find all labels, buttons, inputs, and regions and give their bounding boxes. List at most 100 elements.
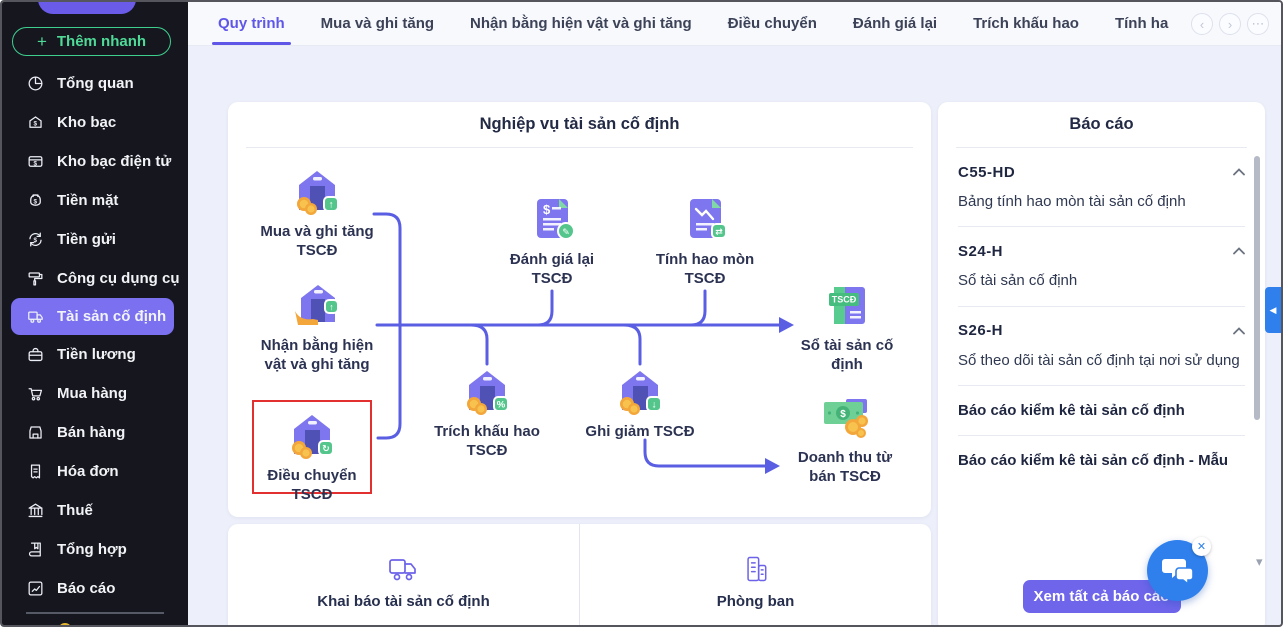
sidebar-item-thue[interactable]: Thuế xyxy=(2,491,188,530)
sidebar-item-mua-hang[interactable]: Mua hàng xyxy=(2,374,188,413)
sidebar-item-label: Bán hàng xyxy=(57,424,126,441)
report-chart-icon xyxy=(28,581,43,596)
svg-text:↑: ↑ xyxy=(329,200,334,211)
panel-collapse-handle[interactable]: ◀ xyxy=(1265,287,1281,333)
document-depreciation-icon: ⇄ xyxy=(690,199,727,239)
chevron-up-icon[interactable] xyxy=(1233,163,1245,181)
chevron-up-icon[interactable] xyxy=(1233,242,1245,260)
reports-list: C55-HD Bảng tính hao mòn tài sản cố định… xyxy=(958,148,1245,470)
sale-revenue-icon: $ xyxy=(824,399,868,438)
quick-add-label: Thêm nhanh xyxy=(56,33,147,50)
bank-icon xyxy=(28,503,43,518)
node-ghi-giam-tscd[interactable]: ↓ Ghi giảm TSCĐ xyxy=(575,364,705,442)
sidebar-item-tien-luong[interactable]: Tiền lương xyxy=(2,335,188,374)
shortcut-khai-bao-tai-san[interactable]: Khai báo tài sản cố định xyxy=(228,524,579,625)
sidebar-item-hoa-don[interactable]: Hóa đơn xyxy=(2,452,188,491)
svg-text:↑: ↑ xyxy=(329,302,334,312)
node-mua-va-ghi-tang-tscd[interactable]: ↑ Mua và ghi tăng TSCĐ xyxy=(252,164,382,261)
scroll-down-icon[interactable]: ▾ xyxy=(1256,554,1263,570)
store-icon xyxy=(29,426,42,439)
warehouse-transfer-icon: ↻ xyxy=(292,415,334,459)
tab-more-button[interactable]: ⋯ xyxy=(1247,13,1269,35)
sidebar-item-label: Hóa đơn xyxy=(57,463,119,480)
sidebar-item-label: Tổng hợp xyxy=(57,541,127,558)
sidebar-item-label: Thuế xyxy=(57,502,93,519)
sidebar-item-tong-hop[interactable]: Tổng hợp xyxy=(2,530,188,569)
node-trich-khau-hao-tscd[interactable]: % Trích khấu hao TSCĐ xyxy=(422,364,552,461)
tab-nhan-bang-hien-vat[interactable]: Nhận bằng hiện vật và ghi tăng xyxy=(470,2,692,45)
reports-scrollbar-thumb[interactable] xyxy=(1254,156,1260,420)
app-window: + Thêm nhanh Tổng quan $ Kho bạc $ Kho b… xyxy=(0,0,1283,627)
sidebar-item-label: Báo cáo xyxy=(57,580,116,597)
plus-icon: + xyxy=(36,31,47,51)
reports-panel: Báo cáo C55-HD Bảng tính hao mòn tài sản… xyxy=(938,102,1265,625)
chat-bubbles-icon xyxy=(1161,558,1194,586)
report-item-c55-hd[interactable]: C55-HD Bảng tính hao mòn tài sản cố định xyxy=(958,148,1245,228)
tab-danh-gia-lai[interactable]: Đánh giá lại xyxy=(853,2,937,45)
warehouse-decrease-icon: ↓ xyxy=(620,371,662,415)
briefcase-icon xyxy=(28,347,43,362)
asset-truck-icon xyxy=(388,559,416,581)
node-tinh-hao-mon-tscd[interactable]: ⇄ Tính hao mòn TSCĐ xyxy=(640,192,770,289)
truck-icon xyxy=(28,311,43,323)
tab-scroll-right-button[interactable]: › xyxy=(1219,13,1241,35)
main-area: Quy trình Mua và ghi tăng Nhận bằng hiện… xyxy=(188,2,1281,625)
sidebar-bottom-icon xyxy=(58,623,72,625)
svg-text:$: $ xyxy=(34,160,38,167)
chevron-up-icon[interactable] xyxy=(1233,322,1245,340)
node-nhan-bang-hien-vat[interactable]: ↑ Nhận bằng hiện vật và ghi tăng xyxy=(252,278,382,375)
chat-close-button[interactable]: ✕ xyxy=(1192,537,1211,556)
svg-text:$: $ xyxy=(840,409,846,420)
sidebar-item-tien-mat[interactable]: $ Tiền mặt xyxy=(2,181,188,220)
node-danh-gia-lai-tscd[interactable]: $ ✎ Đánh giá lại TSCĐ xyxy=(487,192,617,289)
quick-add-button[interactable]: + Thêm nhanh xyxy=(12,27,171,56)
sidebar-divider xyxy=(26,612,164,614)
tab-tinh-hao-mon[interactable]: Tính ha xyxy=(1115,2,1168,45)
node-so-tai-san-co-dinh[interactable]: TSCĐ Sổ tài sản cố định xyxy=(782,278,912,375)
sidebar-item-label: Tiền lương xyxy=(57,346,136,363)
report-item-kiem-ke[interactable]: Báo cáo kiểm kê tài sản cố định xyxy=(958,386,1245,436)
sidebar-item-tien-gui[interactable]: $ Tiền gửi xyxy=(2,220,188,259)
sidebar-item-tai-san-co-dinh[interactable]: Tài sản cố định xyxy=(11,298,174,335)
sidebar-item-label: Kho bạc điện tử xyxy=(57,153,172,170)
report-item-s26-h[interactable]: S26-H Sổ theo dõi tài sản cố định tại nơ… xyxy=(958,307,1245,386)
shortcuts-panel: Khai báo tài sản cố định Phòng ban xyxy=(228,524,931,625)
report-item-s24-h[interactable]: S24-H Sổ tài sản cố định xyxy=(958,227,1245,307)
pie-chart-icon xyxy=(28,76,43,91)
shortcut-phong-ban[interactable]: Phòng ban xyxy=(579,524,931,625)
tab-mua-va-ghi-tang[interactable]: Mua và ghi tăng xyxy=(321,2,434,45)
process-diagram: ↑ Mua và ghi tăng TSCĐ ↑ Nhận bằng hiện … xyxy=(228,102,931,517)
tab-bar: Quy trình Mua và ghi tăng Nhận bằng hiện… xyxy=(188,2,1281,46)
svg-text:$: $ xyxy=(34,199,38,206)
sidebar-item-bao-cao[interactable]: Báo cáo xyxy=(2,569,188,608)
sidebar-item-kho-bac[interactable]: $ Kho bạc xyxy=(2,103,188,142)
sidebar-item-ban-hang[interactable]: Bán hàng xyxy=(2,413,188,452)
ledger-icon xyxy=(28,542,41,557)
sidebar-item-label: Tổng quan xyxy=(57,75,134,92)
sidebar-item-kho-bac-dien-tu[interactable]: $ Kho bạc điện tử xyxy=(2,142,188,181)
document-revalue-icon: $ ✎ xyxy=(537,199,575,240)
tab-scroll-left-button[interactable]: ‹ xyxy=(1191,13,1213,35)
report-item-kiem-ke-mau-phong-ban[interactable]: Báo cáo kiểm kê tài sản cố định - Mẫu ph… xyxy=(958,436,1245,470)
sidebar-item-label: Mua hàng xyxy=(57,385,127,402)
tab-dieu-chuyen[interactable]: Điều chuyển xyxy=(728,2,817,45)
tab-quy-trinh[interactable]: Quy trình xyxy=(212,2,291,45)
node-dieu-chuyen-tscd[interactable]: ↻ Điều chuyển TSCĐ xyxy=(247,408,377,505)
tab-scroll-controls: ‹ › ⋯ xyxy=(1191,13,1269,35)
purse-icon: $ xyxy=(30,194,41,206)
sidebar-item-label: Tiền mặt xyxy=(57,192,119,209)
svg-text:↓: ↓ xyxy=(652,400,657,411)
paint-roller-icon xyxy=(28,272,43,286)
sidebar-item-tong-quan[interactable]: Tổng quan xyxy=(2,64,188,103)
app-logo xyxy=(38,2,136,14)
department-building-icon xyxy=(746,556,766,582)
node-doanh-thu-tu-ban-tscd[interactable]: $ Doanh thu từ bán TSCĐ xyxy=(780,390,910,487)
reports-panel-title: Báo cáo xyxy=(956,102,1247,148)
warehouse-percent-icon: % xyxy=(467,371,509,415)
warehouse-increase-icon: ↑ xyxy=(297,171,339,215)
sidebar-nav: Tổng quan $ Kho bạc $ Kho bạc điện tử $ … xyxy=(2,64,188,608)
deposit-icon: $ xyxy=(29,232,42,247)
sidebar-item-cong-cu-dung-cu[interactable]: Công cụ dụng cụ xyxy=(2,259,188,298)
svg-text:%: % xyxy=(497,400,506,411)
tab-trich-khau-hao[interactable]: Trích khấu hao xyxy=(973,2,1079,45)
